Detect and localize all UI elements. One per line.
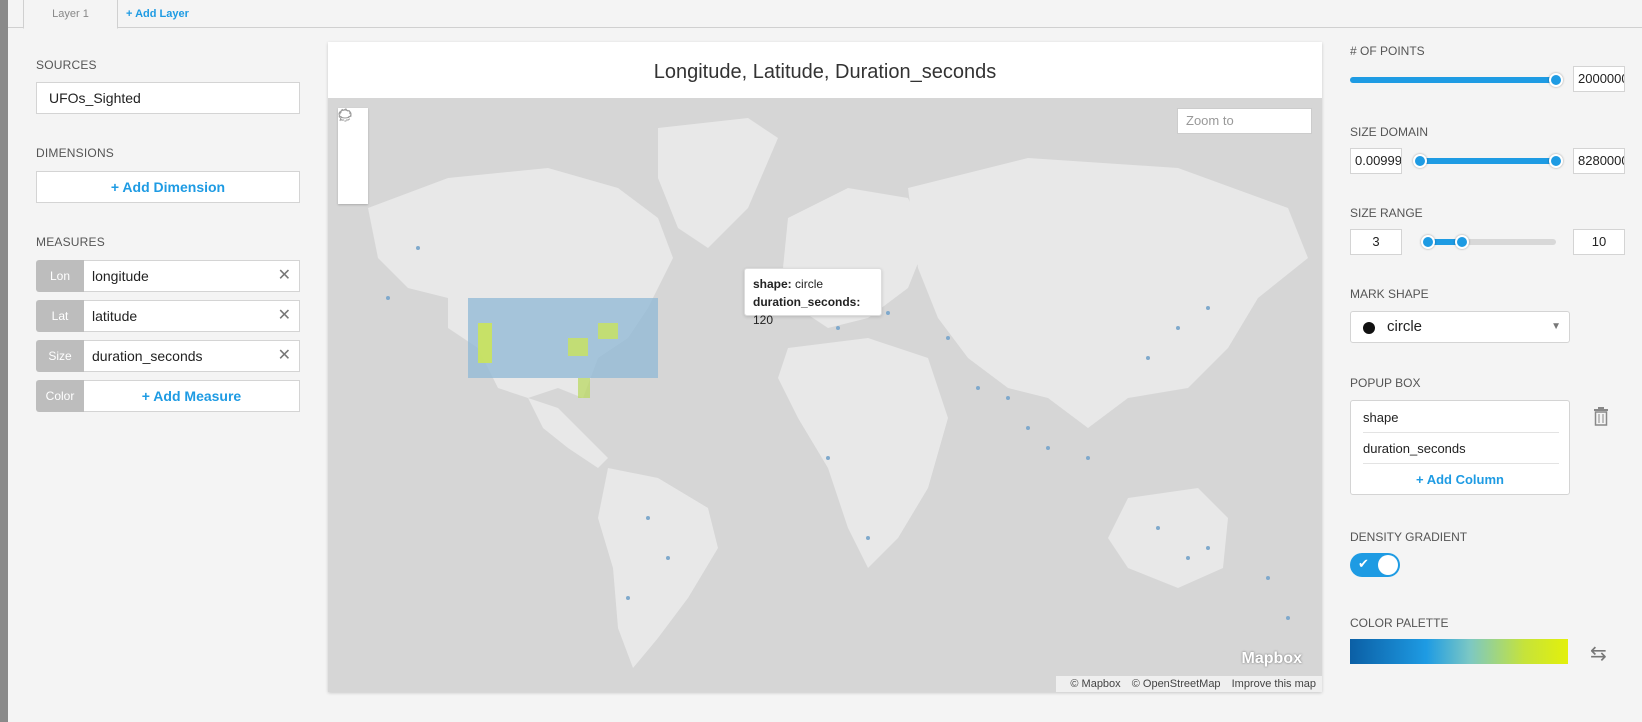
layer-tab-bar: Layer 1 + Add Layer [8, 0, 1642, 29]
polygon-select-icon[interactable] [338, 108, 368, 172]
size-domain-slider[interactable] [1420, 158, 1556, 164]
mapbox-logo: Mapbox [1241, 650, 1302, 667]
improve-map-link[interactable]: Improve this map [1232, 678, 1316, 690]
lasso-select-icon[interactable] [338, 109, 368, 204]
map-canvas[interactable]: Zoom to shape: circle duration_seconds: … [328, 98, 1322, 692]
size-domain-min-thumb[interactable] [1413, 154, 1427, 168]
add-measure-button[interactable]: + Add Measure [84, 380, 300, 412]
measure-lon: Lon longitude ✕ [36, 260, 300, 292]
points-slider-thumb[interactable] [1549, 73, 1563, 87]
popup-box-list: shape duration_seconds + Add Column [1350, 400, 1570, 495]
points-label: # OF POINTS [1350, 44, 1425, 58]
size-range-max-thumb[interactable] [1455, 235, 1469, 249]
popup-row-shape[interactable]: shape [1363, 402, 1559, 433]
attribution-mapbox[interactable]: © Mapbox [1070, 678, 1120, 690]
map-attribution: © Mapbox © OpenStreetMap Improve this ma… [1056, 676, 1322, 692]
add-dimension-button[interactable]: + Add Dimension [36, 171, 300, 203]
swap-arrows-icon[interactable]: ⇆ [1590, 641, 1607, 666]
remove-icon[interactable]: ✕ [278, 341, 291, 371]
dimensions-label: DIMENSIONS [36, 146, 115, 160]
size-domain-min-input[interactable]: 0.009999 [1350, 148, 1402, 174]
tooltip-key-shape: shape: [753, 277, 792, 291]
tab-layer-1[interactable]: Layer 1 [23, 0, 118, 29]
color-palette-label: COLOR PALETTE [1350, 616, 1449, 630]
add-column-button[interactable]: + Add Column [1351, 464, 1569, 495]
map-card: Longitude, Latitude, Duration_seconds Zo… [328, 42, 1322, 692]
popup-box-label: POPUP BOX [1350, 376, 1421, 390]
size-domain-max-thumb[interactable] [1549, 154, 1563, 168]
trash-icon[interactable] [1593, 406, 1609, 426]
measure-field-longitude[interactable]: longitude ✕ [84, 260, 300, 292]
point-tooltip: shape: circle duration_seconds: 120 [744, 268, 882, 327]
size-range-min-input[interactable]: 3 [1350, 229, 1402, 255]
color-palette-swatch[interactable] [1350, 639, 1568, 664]
measure-tag: Lon [36, 260, 84, 292]
measure-value: latitude [92, 308, 138, 324]
measure-field-latitude[interactable]: latitude ✕ [84, 300, 300, 332]
size-domain-label: SIZE DOMAIN [1350, 125, 1429, 139]
size-domain-max-input[interactable]: 8280000 [1573, 148, 1625, 174]
size-range-max-input[interactable]: 10 [1573, 229, 1625, 255]
tooltip-val-duration: 120 [753, 313, 774, 327]
points-slider-fill [1350, 77, 1556, 83]
size-range-min-thumb[interactable] [1421, 235, 1435, 249]
source-select[interactable]: UFOs_Sighted [36, 82, 300, 114]
window-edge [0, 0, 8, 722]
mark-shape-label: MARK SHAPE [1350, 287, 1429, 301]
measure-value: longitude [92, 268, 149, 284]
measure-lat: Lat latitude ✕ [36, 300, 300, 332]
measure-tag: Size [36, 340, 84, 372]
measure-value: duration_seconds [92, 348, 203, 364]
world-map [368, 118, 1308, 668]
draw-toolstrip [338, 108, 368, 204]
circle-shape-icon [1363, 322, 1375, 334]
mark-shape-value: circle [1387, 318, 1423, 335]
measure-color: Color + Add Measure [36, 380, 300, 412]
sources-label: SOURCES [36, 58, 97, 72]
remove-icon[interactable]: ✕ [278, 301, 291, 331]
size-range-label: SIZE RANGE [1350, 206, 1423, 220]
measures-label: MEASURES [36, 235, 105, 249]
remove-icon[interactable]: ✕ [278, 261, 291, 291]
zoom-to-input[interactable]: Zoom to [1177, 108, 1312, 134]
popup-row-duration[interactable]: duration_seconds [1363, 433, 1559, 464]
attribution-osm[interactable]: © OpenStreetMap [1132, 678, 1221, 690]
measure-field-duration[interactable]: duration_seconds ✕ [84, 340, 300, 372]
check-icon: ✔ [1358, 556, 1369, 571]
measure-tag: Lat [36, 300, 84, 332]
tooltip-key-duration: duration_seconds: [753, 295, 861, 309]
measure-tag: Color [36, 380, 84, 412]
density-gradient-label: DENSITY GRADIENT [1350, 530, 1468, 544]
mark-shape-select[interactable]: circle ▼ [1350, 311, 1570, 343]
chart-title: Longitude, Latitude, Duration_seconds [653, 61, 997, 83]
toggle-knob [1378, 555, 1398, 575]
tooltip-val-shape: circle [795, 277, 824, 291]
points-input[interactable]: 2000000 [1573, 66, 1625, 92]
measure-size: Size duration_seconds ✕ [36, 340, 300, 372]
chevron-down-icon: ▼ [1551, 321, 1561, 332]
add-layer-button[interactable]: + Add Layer [126, 0, 189, 29]
density-gradient-toggle[interactable]: ✔ [1350, 553, 1400, 577]
